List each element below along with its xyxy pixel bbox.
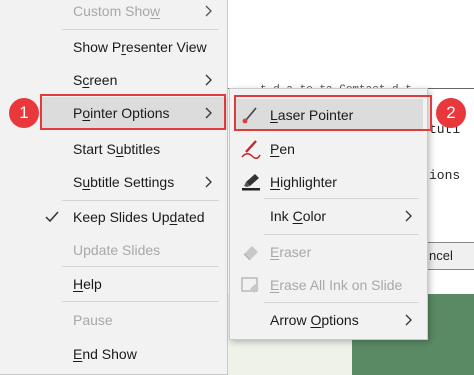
menu-item-label: Update Slides xyxy=(73,242,161,258)
menu-item-subtitle-settings[interactable]: Subtitle Settings xyxy=(0,166,227,198)
menu-item-label: Show Presenter View xyxy=(73,39,207,55)
callout-highlight-box-2 xyxy=(234,95,432,131)
submenu-item-ink-color[interactable]: Ink Color xyxy=(230,200,427,232)
menu-item-label: Help xyxy=(73,276,102,292)
menu-item-label: Screen xyxy=(73,72,118,88)
submenu-item-label: Arrow Options xyxy=(270,312,359,328)
chevron-right-icon xyxy=(201,72,217,88)
menu-separator xyxy=(62,301,219,302)
submenu-item-label: Ink Color xyxy=(270,208,327,224)
callout-highlight-box-1 xyxy=(40,94,226,130)
menu-separator xyxy=(62,29,219,30)
chevron-right-icon xyxy=(401,208,417,224)
menu-item-screen[interactable]: Screen xyxy=(0,64,227,96)
checkmark-icon xyxy=(44,209,60,225)
menu-item-end-show[interactable]: End Show xyxy=(0,338,227,370)
submenu-item-erase-all-ink[interactable]: Erase All Ink on Slide xyxy=(230,269,427,301)
menu-item-show-presenter-view[interactable]: Show Presenter View xyxy=(0,31,227,63)
menu-item-label: Custom Show xyxy=(73,3,161,19)
erase-all-icon xyxy=(240,275,262,295)
slide-text-line3: ions xyxy=(429,168,461,183)
submenu-item-highlighter[interactable]: Highlighter xyxy=(230,166,427,198)
pointer-options-submenu: Laser Pointer Pen Highlighter Ink Color … xyxy=(229,88,432,340)
submenu-separator xyxy=(264,198,419,199)
eraser-icon xyxy=(240,242,262,262)
submenu-item-label: Highlighter xyxy=(270,174,337,190)
menu-item-pause[interactable]: Pause xyxy=(0,304,227,336)
menu-item-label: Pause xyxy=(73,312,113,328)
submenu-item-arrow-options[interactable]: Arrow Options xyxy=(230,304,427,336)
pen-icon xyxy=(240,139,262,159)
menu-item-keep-slides-updated[interactable]: Keep Slides Updated xyxy=(0,201,227,233)
submenu-item-label: Pen xyxy=(270,141,295,157)
submenu-item-eraser[interactable]: Eraser xyxy=(230,236,427,268)
slideshow-context-menu: Custom Show Show Presenter View Screen P… xyxy=(0,0,228,375)
submenu-item-label: Eraser xyxy=(270,244,312,260)
menu-item-start-subtitles[interactable]: Start Subtitles xyxy=(0,133,227,165)
submenu-separator xyxy=(264,302,419,303)
slide-cancel-button-fragment: ncel xyxy=(426,242,474,270)
callout-badge-2: 2 xyxy=(436,98,466,128)
menu-item-label: Keep Slides Updated xyxy=(73,209,205,225)
menu-item-label: End Show xyxy=(73,346,137,362)
submenu-item-pen[interactable]: Pen xyxy=(230,133,427,165)
callout-badge-1: 1 xyxy=(9,98,39,128)
submenu-separator xyxy=(264,234,419,235)
menu-item-update-slides[interactable]: Update Slides xyxy=(0,234,227,266)
menu-item-label: Subtitle Settings xyxy=(73,174,175,190)
menu-item-custom-show[interactable]: Custom Show xyxy=(0,0,227,27)
chevron-right-icon xyxy=(401,312,417,328)
chevron-right-icon xyxy=(201,174,217,190)
menu-separator xyxy=(62,266,219,267)
chevron-right-icon xyxy=(201,3,217,19)
menu-item-label: Start Subtitles xyxy=(73,141,161,157)
submenu-item-label: Erase All Ink on Slide xyxy=(270,277,403,293)
highlighter-icon xyxy=(240,172,262,192)
menu-item-help[interactable]: Help xyxy=(0,268,227,300)
